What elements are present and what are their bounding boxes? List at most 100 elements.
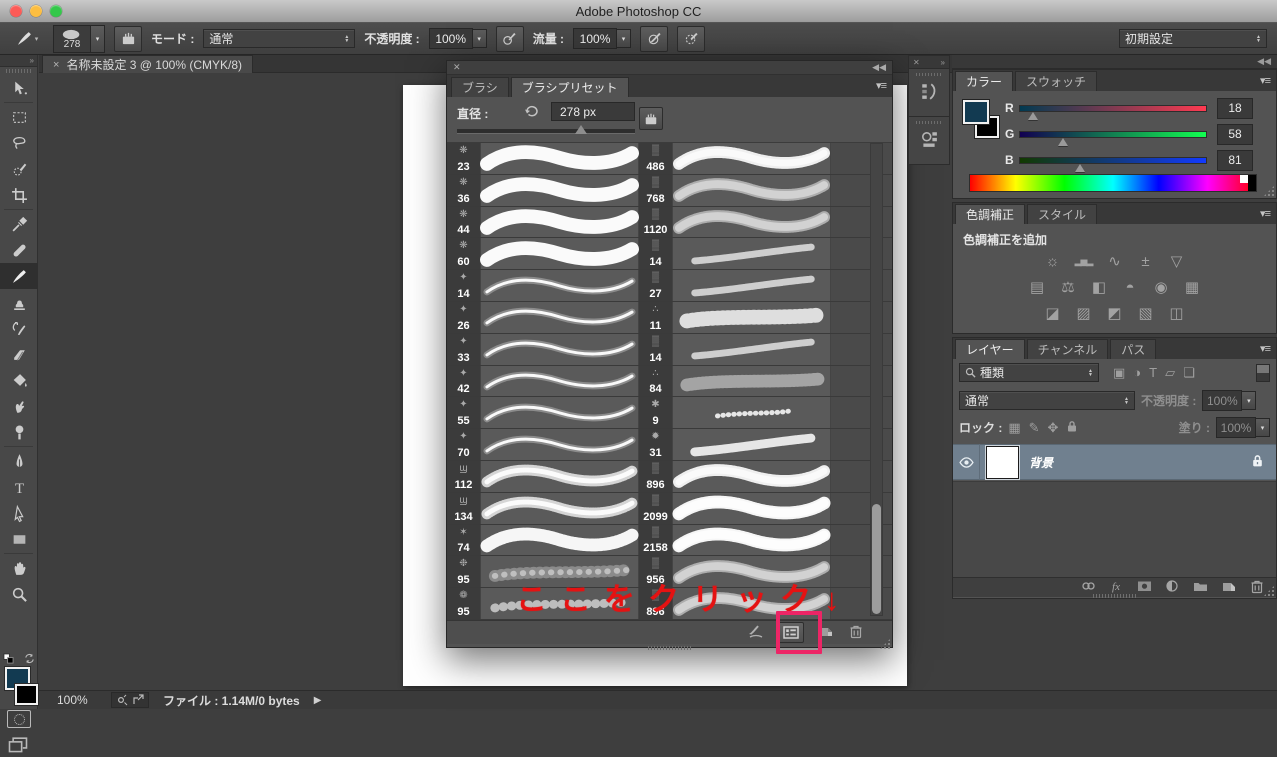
properties-panel-button[interactable] — [908, 117, 950, 165]
close-dock-icon[interactable]: ✕ — [913, 58, 920, 67]
exposure-icon[interactable]: ± — [1135, 251, 1157, 271]
brush-stroke-preview-right[interactable] — [672, 207, 831, 238]
pen-tool[interactable] — [0, 448, 38, 474]
lock-position-icon[interactable]: ✥ — [1048, 420, 1059, 436]
tool-preset-picker[interactable]: ▾ — [10, 27, 44, 51]
foreground-color-swatch[interactable] — [963, 100, 989, 124]
brush-preset-right[interactable]: ∴11 — [639, 302, 672, 333]
layer-thumbnail[interactable] — [986, 446, 1019, 479]
color-spectrum-ramp[interactable] — [969, 174, 1257, 192]
pressure-size-button[interactable] — [677, 26, 705, 52]
white-chip[interactable] — [1240, 175, 1248, 183]
brush-stroke-preview-left[interactable] — [480, 175, 639, 206]
toolbar-grip[interactable] — [6, 69, 31, 73]
stroke-preview-toggle[interactable] — [748, 624, 764, 642]
eraser-tool[interactable] — [0, 341, 38, 367]
zoom-level[interactable]: 100% — [57, 693, 97, 707]
invert-icon[interactable]: ◪ — [1042, 303, 1064, 323]
background-color-swatch[interactable] — [15, 684, 38, 705]
layer-row-background[interactable]: 背景 — [953, 444, 1276, 480]
G-slider[interactable] — [1019, 131, 1207, 138]
delete-brush-button[interactable] — [848, 624, 864, 642]
collapse-panel-icon[interactable]: ◀◀ — [872, 62, 886, 73]
black-white-icon[interactable]: ◧ — [1088, 277, 1110, 297]
levels-icon[interactable]: ▂▅▂ — [1073, 251, 1095, 271]
posterize-icon[interactable]: ▨ — [1073, 303, 1095, 323]
clone-stamp-tool[interactable] — [0, 289, 38, 315]
brush-stroke-preview-left[interactable] — [480, 302, 639, 333]
brush-preset-left[interactable]: ✦14 — [447, 270, 480, 301]
screen-mode-button[interactable] — [8, 737, 28, 757]
brush-stroke-preview-right[interactable] — [672, 397, 831, 428]
brush-stroke-preview-left[interactable] — [480, 429, 639, 460]
default-colors-icon[interactable] — [3, 653, 14, 664]
curves-icon[interactable]: ∿ — [1104, 251, 1126, 271]
brush-stroke-preview-right[interactable] — [672, 525, 831, 556]
gradient-tool[interactable] — [0, 367, 38, 393]
filter-toggle[interactable] — [1256, 364, 1270, 382]
mode-dropdown[interactable]: 通常 ▲▼ — [203, 29, 355, 48]
swap-colors-icon[interactable] — [24, 653, 35, 664]
brush-stroke-preview-left[interactable] — [480, 366, 639, 397]
lock-all-icon[interactable] — [1066, 420, 1078, 436]
fill-dropdown[interactable]: 100% ▾ — [1216, 417, 1270, 438]
new-adjustment-button[interactable] — [1165, 579, 1180, 596]
blend-mode-dropdown[interactable]: 通常 ▲▼ — [959, 391, 1135, 410]
toggle-brush-panel-icon[interactable] — [639, 107, 663, 130]
hand-tool[interactable] — [0, 555, 38, 581]
brush-stroke-preview-left[interactable] — [480, 493, 639, 524]
brush-preset-left[interactable]: ✶74 — [447, 525, 480, 556]
lasso-tool[interactable] — [0, 130, 38, 156]
layer-opacity-dropdown[interactable]: 100% ▾ — [1202, 390, 1256, 411]
opacity-dropdown[interactable]: 100% ▾ — [429, 28, 487, 49]
eyedropper-tool[interactable] — [0, 211, 38, 237]
layer-filter-dropdown[interactable]: 種類 ▲▼ — [959, 363, 1099, 382]
photo-filter-icon[interactable]: ◓ — [1119, 277, 1141, 297]
brush-stroke-preview-right[interactable] — [672, 143, 831, 174]
brush-preset-left[interactable]: ✦55 — [447, 397, 480, 428]
tab-color[interactable]: カラー — [955, 71, 1013, 91]
brush-preset-right[interactable]: ▒14 — [639, 238, 672, 269]
add-mask-button[interactable] — [1137, 579, 1152, 596]
brush-stroke-preview-left[interactable] — [480, 270, 639, 301]
brush-stroke-preview-right[interactable] — [672, 334, 831, 365]
status-options-arrow[interactable]: ▶ — [314, 695, 322, 706]
brush-preset-left[interactable]: ✦42 — [447, 366, 480, 397]
brush-preset-preview[interactable]: 278 — [53, 25, 91, 53]
lock-pixels-icon[interactable]: ✎ — [1029, 420, 1040, 436]
tab-brush-presets[interactable]: ブラシプリセット — [511, 77, 629, 97]
B-value-input[interactable]: 81 — [1217, 150, 1253, 171]
brush-stroke-preview-left[interactable] — [480, 334, 639, 365]
brush-preset-left[interactable]: ϣ134 — [447, 493, 480, 524]
brush-preset-left[interactable]: ✦33 — [447, 334, 480, 365]
panel-menu-icon[interactable]: ▾≡ — [1260, 207, 1270, 220]
brush-preset-left[interactable]: ✦26 — [447, 302, 480, 333]
delete-layer-button[interactable] — [1249, 579, 1264, 596]
black-chip[interactable] — [1248, 175, 1256, 191]
brush-stroke-preview-right[interactable] — [672, 493, 831, 524]
collapse-dock-icon[interactable]: ◀◀ — [952, 55, 1277, 69]
efficiency-icon[interactable] — [116, 694, 128, 706]
crop-tool[interactable] — [0, 182, 38, 208]
tab-channels[interactable]: チャンネル — [1027, 339, 1109, 359]
slider-thumb-icon[interactable] — [1058, 138, 1068, 146]
brush-stroke-preview-left[interactable] — [480, 397, 639, 428]
brush-preset-right[interactable]: ✱9 — [639, 397, 672, 428]
brush-preset-right[interactable]: ▒896 — [639, 461, 672, 492]
B-slider[interactable] — [1019, 157, 1207, 164]
slider-thumb-icon[interactable] — [1075, 164, 1085, 172]
pressure-opacity-button[interactable] — [496, 26, 524, 52]
diameter-slider-thumb[interactable] — [575, 125, 587, 134]
lock-transparency-icon[interactable]: ▦ — [1008, 420, 1020, 436]
brush-preset-left[interactable]: ✦70 — [447, 429, 480, 460]
brush-stroke-preview-right[interactable] — [672, 461, 831, 492]
panel-resize-grip[interactable] — [648, 646, 692, 650]
gradient-map-icon[interactable]: ▧ — [1135, 303, 1157, 323]
minimize-window-button[interactable] — [30, 5, 42, 17]
brush-stroke-preview-left[interactable] — [480, 525, 639, 556]
smudge-tool[interactable] — [0, 393, 38, 419]
new-group-button[interactable] — [1193, 579, 1208, 596]
threshold-icon[interactable]: ◩ — [1104, 303, 1126, 323]
color-lookup-icon[interactable]: ▦ — [1181, 277, 1203, 297]
brush-preset-right[interactable]: ▒768 — [639, 175, 672, 206]
